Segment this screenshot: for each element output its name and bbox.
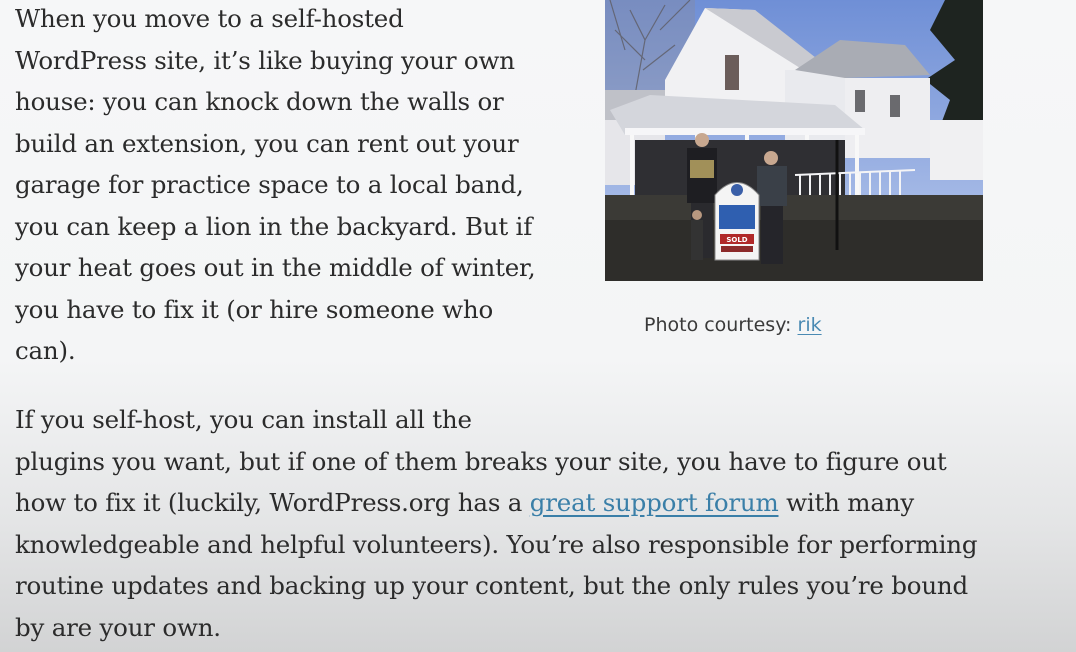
sold-sign: SOLD (714, 182, 760, 261)
text-line: build an extension, you can rent out you… (15, 128, 519, 158)
text-segment: how to fix it (luckily, WordPress.org ha… (15, 488, 530, 517)
text-line: routine updates and backing up your cont… (15, 571, 968, 600)
text-line: plugins you want, but if one of them bre… (15, 446, 947, 476)
sold-sign-text: SOLD (726, 236, 747, 244)
text-line: If you self-host, you can install all th… (15, 405, 472, 434)
text-line: house: you can knock down the walls or (15, 87, 504, 116)
paragraph-self-host-plugins: If you self-host, you can install all th… (15, 399, 1015, 648)
photo-credit-link[interactable]: rik (798, 314, 822, 336)
text-line: WordPress site, it’s like buying your ow… (15, 45, 515, 75)
text-line: When you move to a self-hosted (15, 4, 404, 33)
text-line: can). (15, 336, 76, 365)
text-line: knowledgeable and helpful volunteers). Y… (15, 529, 978, 559)
house-photo: SOLD (605, 0, 983, 281)
text-line: garage for practice space to a local ban… (15, 170, 524, 199)
text-line: you can keep a lion in the backyard. But… (15, 211, 533, 241)
text-line: you have to fix it (or hire someone who (15, 294, 494, 324)
support-forum-link[interactable]: great support forum (530, 488, 779, 517)
caption-prefix: Photo courtesy: (644, 314, 798, 336)
photo-caption: Photo courtesy: rik (644, 314, 822, 336)
text-segment: with many (778, 488, 914, 517)
text-line: how to fix it (luckily, WordPress.org ha… (15, 482, 1015, 524)
text-line: by are your own. (15, 612, 221, 642)
text-line: your heat goes out in the middle of wint… (15, 253, 536, 282)
paragraph-self-hosted-intro: When you move to a self-hosted WordPress… (15, 0, 575, 372)
